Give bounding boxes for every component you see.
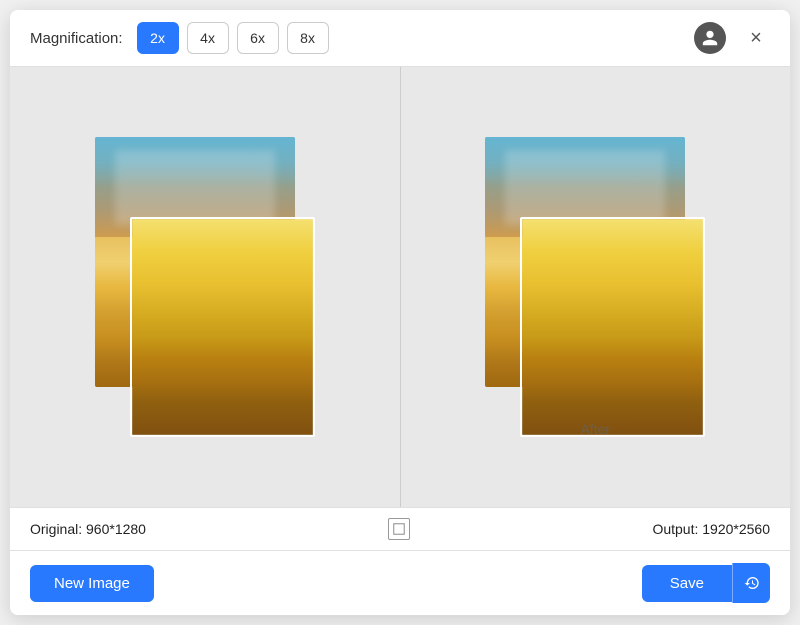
save-button[interactable]: Save (642, 565, 732, 602)
close-button[interactable]: × (742, 24, 770, 52)
magnification-buttons: 2x 4x 6x 8x (137, 22, 329, 54)
save-group: Save (642, 563, 770, 603)
avatar-icon[interactable] (694, 22, 726, 54)
new-image-button[interactable]: New Image (30, 565, 154, 602)
mag-2x-button[interactable]: 2x (137, 22, 179, 54)
user-icon (701, 29, 719, 47)
image-area: After (10, 67, 790, 507)
output-pane: After (401, 67, 791, 507)
original-pane (10, 67, 400, 507)
footer: New Image Save (10, 551, 790, 615)
original-info: Original: 960*1280 (30, 521, 146, 537)
original-image-stack (95, 137, 315, 437)
output-golden-background (522, 219, 703, 435)
output-image-stack (485, 137, 705, 437)
info-bar: Original: 960*1280 Output: 1920*2560 (10, 507, 790, 551)
magnification-label: Magnification: (30, 30, 123, 47)
original-image-front (130, 217, 315, 437)
history-icon (744, 575, 760, 591)
main-dialog: Magnification: 2x 4x 6x 8x × (10, 10, 790, 615)
expand-icon[interactable] (388, 518, 410, 540)
golden-background (132, 219, 313, 435)
expand-svg (393, 523, 405, 535)
output-info: Output: 1920*2560 (652, 521, 770, 537)
save-history-button[interactable] (732, 563, 770, 603)
output-image-front (520, 217, 705, 437)
mag-8x-button[interactable]: 8x (287, 22, 329, 54)
header: Magnification: 2x 4x 6x 8x × (10, 10, 790, 67)
mag-4x-button[interactable]: 4x (187, 22, 229, 54)
mag-6x-button[interactable]: 6x (237, 22, 279, 54)
